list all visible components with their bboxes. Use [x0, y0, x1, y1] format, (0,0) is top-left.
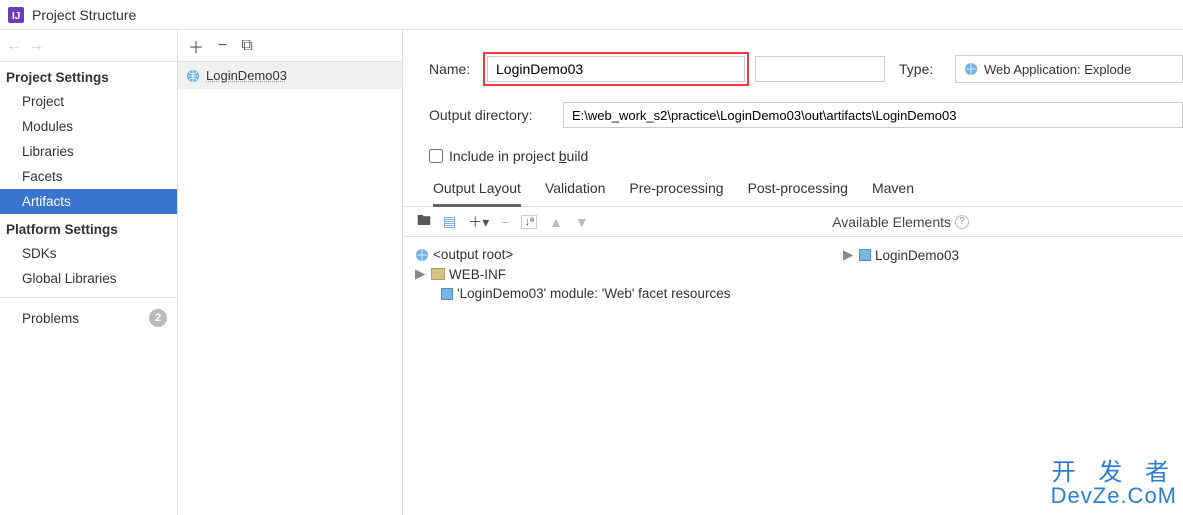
folder-icon	[431, 268, 445, 280]
help-icon[interactable]: ?	[955, 215, 969, 229]
expand-icon[interactable]: ▶	[415, 266, 427, 282]
include-checkbox[interactable]	[429, 149, 443, 163]
sidebar-item-artifacts[interactable]: Artifacts	[0, 189, 177, 214]
type-value: Web Application: Explode	[984, 62, 1131, 77]
tree-root[interactable]: <output root>	[415, 245, 833, 264]
include-label: Include in project build	[449, 148, 588, 164]
problems-badge: 2	[149, 309, 167, 327]
webapp-icon	[964, 62, 978, 76]
name-label: Name:	[429, 61, 477, 77]
layers-icon[interactable]: ▤	[443, 213, 456, 230]
nav-arrows: ← →	[0, 30, 177, 62]
type-label: Type:	[899, 61, 947, 77]
outdir-row: Output directory:	[403, 98, 1183, 140]
problems-label: Problems	[22, 311, 79, 326]
divider	[0, 297, 177, 298]
back-icon[interactable]: ←	[6, 37, 22, 55]
type-select[interactable]: Web Application: Explode	[955, 55, 1183, 83]
tab-maven[interactable]: Maven	[872, 174, 914, 206]
outdir-label: Output directory:	[429, 107, 559, 123]
webapp-icon	[415, 248, 429, 262]
available-tree: ▶ LoginDemo03	[843, 237, 1183, 303]
sidebar-item-libraries[interactable]: Libraries	[0, 139, 177, 164]
tabs: Output Layout Validation Pre-processing …	[403, 174, 1183, 207]
copy-icon[interactable]: ⧉	[241, 37, 252, 55]
artifacts-panel: ＋ − ⧉ LoginDemo03	[178, 30, 403, 515]
svg-text:IJ: IJ	[12, 11, 20, 22]
sidebar-item-problems[interactable]: Problems 2	[0, 304, 177, 332]
artifact-label: LoginDemo03	[206, 68, 287, 83]
artifact-row[interactable]: LoginDemo03	[178, 62, 402, 89]
webapp-icon	[186, 69, 200, 83]
name-highlight	[483, 52, 749, 86]
name-row: Name: Type: Web Application: Explode	[403, 48, 1183, 98]
new-folder-icon[interactable]: 🖿	[417, 210, 431, 234]
add-icon[interactable]: ＋▾	[468, 212, 489, 232]
trees: <output root> ▶ WEB-INF 'LoginDemo03' mo…	[403, 237, 1183, 303]
tree-toolbar: 🖿 ▤ ＋▾ − ↓ª ▲ ▼ Available Elements ?	[403, 207, 1183, 237]
content: Name: Type: Web Application: Explode Out…	[403, 30, 1183, 515]
window-title: Project Structure	[32, 7, 136, 23]
artifacts-toolbar: ＋ − ⧉	[178, 30, 402, 62]
remove-icon[interactable]: −	[501, 214, 509, 230]
tree-row[interactable]: 'LoginDemo03' module: 'Web' facet resour…	[415, 284, 833, 303]
output-tree: <output root> ▶ WEB-INF 'LoginDemo03' mo…	[403, 237, 843, 303]
module-icon	[859, 249, 871, 261]
available-elements-label: Available Elements ?	[832, 214, 969, 230]
include-row: Include in project build	[403, 140, 1183, 174]
sidebar: ← → Project Settings Project Modules Lib…	[0, 30, 178, 515]
up-icon[interactable]: ▲	[549, 214, 563, 230]
sidebar-item-facets[interactable]: Facets	[0, 164, 177, 189]
tab-output-layout[interactable]: Output Layout	[433, 174, 521, 207]
forward-icon[interactable]: →	[28, 37, 44, 55]
remove-icon[interactable]: −	[218, 37, 227, 55]
down-icon[interactable]: ▼	[575, 214, 589, 230]
add-icon[interactable]: ＋	[188, 34, 204, 58]
sidebar-item-modules[interactable]: Modules	[0, 114, 177, 139]
tab-validation[interactable]: Validation	[545, 174, 605, 206]
sidebar-item-project[interactable]: Project	[0, 89, 177, 114]
tree-row[interactable]: ▶ WEB-INF	[415, 264, 833, 284]
section-project-settings: Project Settings	[0, 62, 177, 89]
titlebar: IJ Project Structure	[0, 0, 1183, 30]
section-platform-settings: Platform Settings	[0, 214, 177, 241]
sort-icon[interactable]: ↓ª	[521, 215, 537, 229]
sidebar-item-sdks[interactable]: SDKs	[0, 241, 177, 266]
outdir-input[interactable]	[563, 102, 1183, 128]
name-input[interactable]	[487, 56, 745, 82]
expand-icon[interactable]: ▶	[843, 247, 855, 263]
tab-post-processing[interactable]: Post-processing	[748, 174, 848, 206]
app-icon: IJ	[8, 7, 24, 23]
sidebar-item-global-libraries[interactable]: Global Libraries	[0, 266, 177, 291]
module-icon	[441, 288, 453, 300]
tree-row[interactable]: ▶ LoginDemo03	[843, 245, 1183, 265]
tab-pre-processing[interactable]: Pre-processing	[629, 174, 723, 206]
spacer-field[interactable]	[755, 56, 885, 82]
